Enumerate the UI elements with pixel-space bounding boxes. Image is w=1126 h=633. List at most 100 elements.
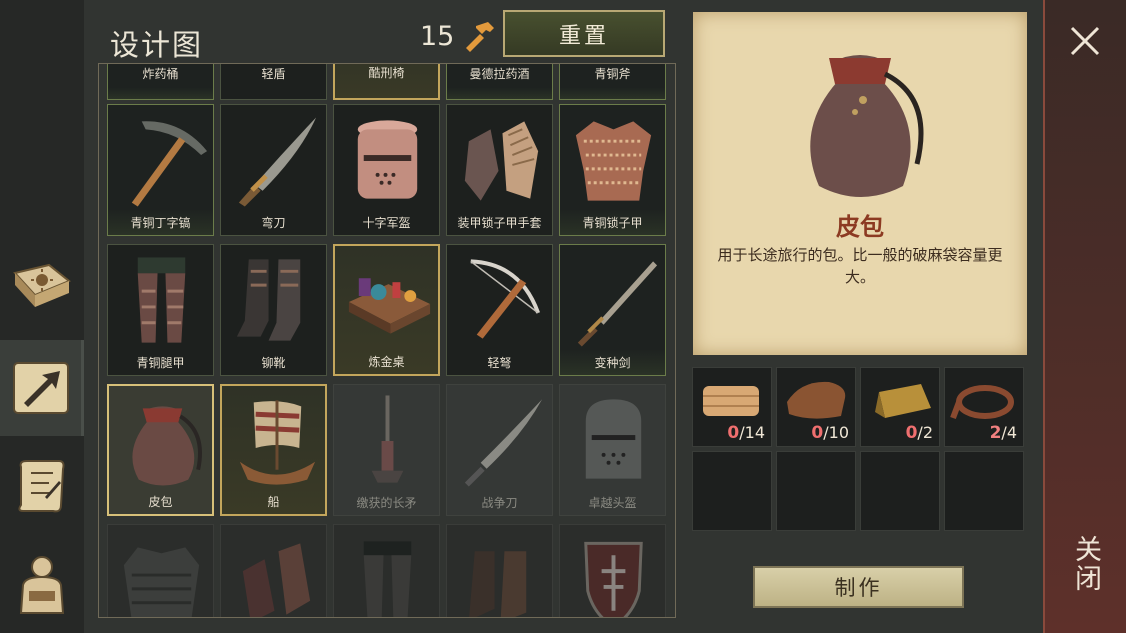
- leg-armor-icon: [137, 257, 186, 343]
- blueprint-item[interactable]: 青铜丁字镐: [107, 104, 214, 236]
- sword-icon: [577, 261, 658, 347]
- close-label[interactable]: 关闭: [1066, 535, 1105, 593]
- page-title: 设计图: [110, 28, 204, 62]
- item-label: 炸药桶: [142, 67, 179, 81]
- crossbow-icon: [470, 259, 540, 339]
- material-count: 0/14: [727, 423, 765, 443]
- tab-blueprints[interactable]: [0, 340, 84, 436]
- tab-knowledge[interactable]: [0, 240, 84, 336]
- blueprint-item-locked[interactable]: [333, 524, 440, 617]
- spear-icon: [371, 395, 404, 483]
- blueprint-item[interactable]: 酷刑椅: [333, 64, 440, 100]
- blueprint-item[interactable]: 曼德拉药酒: [446, 64, 553, 100]
- riveted-boots-icon: [236, 259, 301, 341]
- ingot-icon: [875, 384, 931, 418]
- left-sidebar: [0, 0, 84, 633]
- leather-strap-icon: [950, 385, 1014, 420]
- item-description: 用于长途旅行的包。比一般的破麻袋容量更大。: [717, 246, 1003, 286]
- blueprint-item[interactable]: 变种剑: [559, 244, 666, 376]
- scimitar-icon: [238, 117, 317, 207]
- tab-recipes[interactable]: [0, 438, 84, 534]
- greaves-icon: [363, 541, 412, 617]
- blueprint-item-locked[interactable]: [220, 524, 327, 617]
- reset-button[interactable]: 重置: [503, 10, 665, 57]
- material-slot[interactable]: 0/2: [860, 367, 940, 447]
- blueprint-grid: 炸药桶 轻盾 酷刑椅 曼德拉药酒 青铜斧 青铜丁字镐 弯刀 十字军盔 装甲锁子甲…: [98, 63, 676, 618]
- blueprint-item[interactable]: 弯刀: [220, 104, 327, 236]
- material-slot[interactable]: 2/4: [944, 367, 1024, 447]
- item-label: 青铜斧: [594, 67, 631, 81]
- item-label: 青铜丁字镐: [130, 216, 191, 230]
- item-label: 十字军盔: [362, 216, 411, 230]
- item-label: 酷刑椅: [368, 66, 405, 80]
- gauntlets-icon: [242, 543, 311, 617]
- great-helm-icon: [585, 399, 642, 479]
- material-count: 0/2: [905, 423, 933, 443]
- blueprint-item[interactable]: 炼金桌: [333, 244, 440, 376]
- blueprint-item-locked[interactable]: [446, 524, 553, 617]
- material-slot-empty: [860, 451, 940, 531]
- blueprint-item[interactable]: 青铜锁子甲: [559, 104, 666, 236]
- scroll-icon: [18, 460, 65, 513]
- tab-character[interactable]: [0, 536, 84, 632]
- item-label: 战争刀: [481, 496, 518, 510]
- item-label: 卓越头盔: [588, 496, 637, 510]
- item-label: 铆靴: [261, 356, 286, 370]
- blueprint-item[interactable]: 轻弩: [446, 244, 553, 376]
- item-label: 缴获的长矛: [356, 496, 417, 510]
- blueprint-item-locked[interactable]: [107, 524, 214, 617]
- blueprint-item-locked[interactable]: [559, 524, 666, 617]
- blueprint-points: 15: [420, 20, 496, 52]
- blueprint-item[interactable]: 青铜斧: [559, 64, 666, 100]
- boots-icon: [469, 551, 527, 617]
- blueprint-item[interactable]: 青铜腿甲: [107, 244, 214, 376]
- boat-icon: [239, 400, 316, 485]
- item-label: 弯刀: [261, 216, 286, 230]
- pickaxe-icon: [131, 121, 208, 207]
- item-label: 轻盾: [261, 67, 286, 81]
- item-label: 皮包: [148, 495, 173, 509]
- arrow-up-icon: [12, 362, 69, 414]
- blueprint-item-selected[interactable]: 皮包: [107, 384, 214, 516]
- craft-button[interactable]: 制作: [753, 566, 964, 608]
- blueprint-item-locked[interactable]: 卓越头盔: [559, 384, 666, 516]
- material-count: 2/4: [989, 423, 1017, 443]
- material-slot-empty: [776, 451, 856, 531]
- item-label: 船: [267, 495, 280, 509]
- blueprint-item[interactable]: 船: [220, 384, 327, 516]
- blueprint-item[interactable]: 轻盾: [220, 64, 327, 100]
- blueprint-item[interactable]: 十字军盔: [333, 104, 440, 236]
- crafting-screen: 设计图 15 重置 炸药桶 轻盾 酷刑椅 曼德拉药酒 青铜斧 青铜丁字镐 弯刀: [0, 0, 1126, 633]
- leather-bag-icon: [810, 55, 924, 197]
- leather-icon: [787, 381, 846, 419]
- blueprint-item-locked[interactable]: 缴获的长矛: [333, 384, 440, 516]
- cloth-icon: [703, 386, 759, 416]
- blueprint-item[interactable]: 装甲锁子甲手套: [446, 104, 553, 236]
- blueprint-item-locked[interactable]: 战争刀: [446, 384, 553, 516]
- blueprint-item[interactable]: 铆靴: [220, 244, 327, 376]
- alchemy-table-icon: [348, 278, 431, 334]
- material-slot[interactable]: 0/10: [776, 367, 856, 447]
- material-slot-empty: [692, 451, 772, 531]
- item-detail-card: 皮包 用于长途旅行的包。比一般的破麻袋容量更大。: [693, 12, 1027, 355]
- item-label: 装甲锁子甲手套: [457, 216, 542, 230]
- chainmail-gloves-icon: [464, 121, 539, 201]
- material-slot-empty: [944, 451, 1024, 531]
- sun-book-icon: [13, 263, 71, 307]
- leather-bag-icon: [132, 406, 202, 486]
- points-value: 15: [420, 20, 455, 52]
- hammer-icon: [466, 22, 495, 52]
- chainmail-armor-icon: [575, 121, 652, 201]
- material-slot[interactable]: 0/14: [692, 367, 772, 447]
- item-name: 皮包: [836, 213, 884, 241]
- war-blade-icon: [464, 399, 543, 487]
- close-icon[interactable]: [1068, 24, 1102, 58]
- item-label: 青铜锁子甲: [582, 216, 643, 230]
- blueprint-item[interactable]: 炸药桶: [107, 64, 214, 100]
- item-label: 曼德拉药酒: [469, 67, 530, 81]
- scale-armor-icon: [123, 547, 200, 617]
- item-label: 炼金桌: [368, 355, 405, 369]
- backpack-icon: [19, 556, 65, 614]
- shield-icon: [584, 541, 643, 617]
- item-label: 青铜腿甲: [136, 356, 185, 370]
